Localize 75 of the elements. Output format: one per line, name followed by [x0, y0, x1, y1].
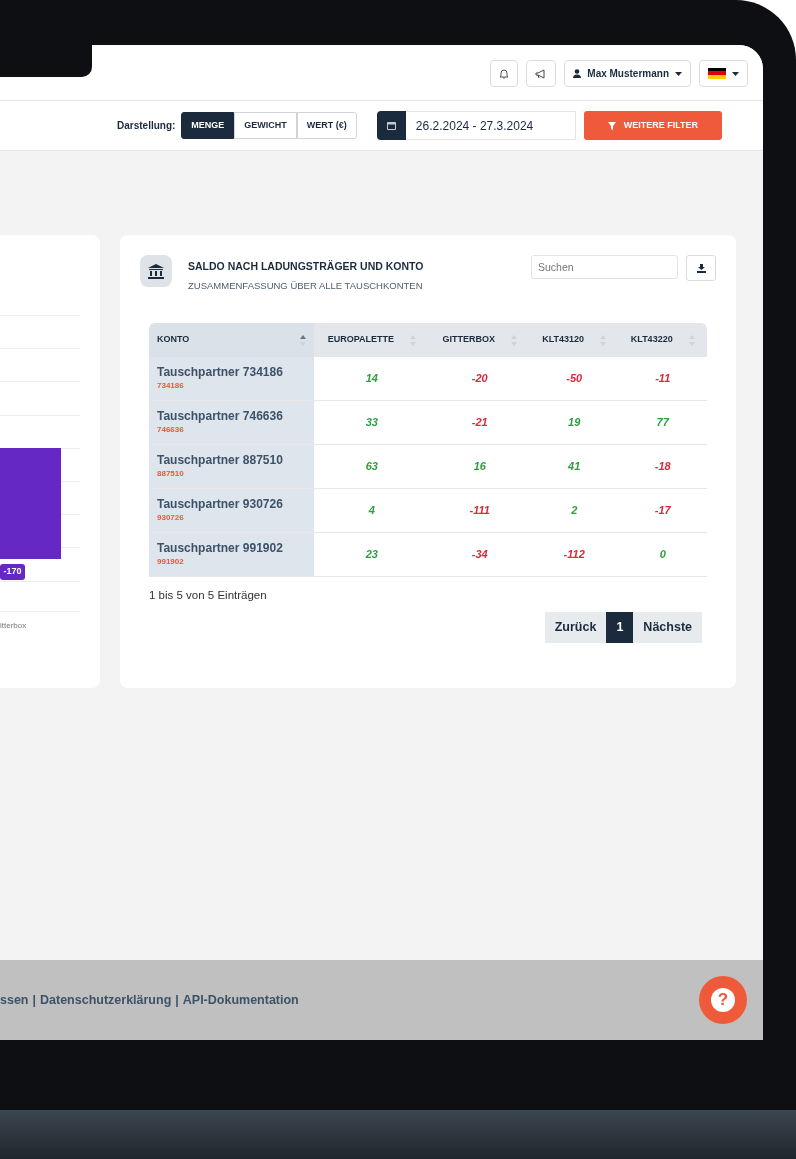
card-subtitle: ZUSAMMENFASSUNG ÜBER ALLE TAUSCHKONTEN — [188, 278, 424, 293]
flag-icon — [708, 68, 726, 79]
partner-name-link[interactable]: Tauschpartner 930726 — [157, 497, 306, 512]
bar-value-label: -170 — [0, 564, 25, 580]
table-cell: 4 — [314, 489, 430, 533]
column-header[interactable]: KLT43220 — [618, 323, 707, 357]
partner-name-link[interactable]: Tauschpartner 991902 — [157, 541, 306, 556]
table-cell: -21 — [429, 401, 530, 445]
megaphone-icon — [535, 68, 548, 79]
partner-name-link[interactable]: Tauschpartner 887510 — [157, 453, 306, 468]
calendar-button[interactable] — [376, 111, 406, 140]
table-cell: 19 — [529, 401, 619, 445]
table-cell: -18 — [618, 445, 707, 489]
bell-icon — [499, 68, 510, 79]
table-cell: 0 — [618, 533, 707, 577]
search-field[interactable]: Suchen — [531, 255, 678, 279]
table-cell: -34 — [429, 533, 530, 577]
separator-text: | — [32, 991, 36, 1009]
table-cell: -20 — [429, 357, 530, 401]
partner-id: 887510 — [157, 467, 185, 480]
language-button[interactable] — [699, 60, 748, 87]
footer-link[interactable]: Datenschutzerklärung — [40, 990, 172, 1010]
partner-id: 930726 — [157, 511, 185, 524]
axis-label: itterbox — [0, 620, 27, 632]
megaphone-button[interactable] — [526, 60, 557, 87]
table-cell: 16 — [429, 445, 530, 489]
column-header[interactable]: EUROPALETTE — [314, 323, 430, 357]
footer-link[interactable]: ssen — [0, 990, 29, 1010]
table-cell: -111 — [429, 489, 530, 533]
separator-text: | — [175, 991, 179, 1009]
column-label: KLT43220 — [630, 333, 673, 347]
partner-id: 734186 — [157, 379, 185, 392]
footer-link[interactable]: API-Dokumentation — [182, 990, 299, 1010]
table-cell: -11 — [618, 357, 707, 401]
table-cell: 63 — [314, 445, 430, 489]
table-cell: 77 — [618, 401, 707, 445]
column-label: KLT43120 — [542, 333, 585, 347]
partner-name-link[interactable]: Tauschpartner 734186 — [157, 365, 306, 380]
partner-id: 746636 — [157, 423, 185, 436]
pagination-button[interactable]: Zurück — [544, 612, 607, 644]
date-range-field[interactable]: 26.2.2024 - 27.3.2024 — [405, 111, 576, 140]
table-cell: -112 — [529, 533, 619, 577]
column-label: KONTO — [157, 333, 190, 347]
table-cell: 23 — [314, 533, 430, 577]
column-header[interactable]: GITTERBOX — [429, 323, 530, 357]
table-cell: 41 — [529, 445, 619, 489]
table-cell: -17 — [618, 489, 707, 533]
table-cell: 14 — [314, 357, 430, 401]
mode-toggle[interactable]: MENGE — [181, 112, 235, 139]
column-header[interactable]: KLT43120 — [529, 323, 619, 357]
caret-icon — [732, 71, 739, 76]
caret-icon — [675, 71, 682, 76]
table-cell: 2 — [529, 489, 619, 533]
user-icon — [573, 69, 582, 78]
calendar-icon — [386, 121, 396, 130]
card-title: SALDO NACH LADUNGSTRÄGER UND KONTO — [188, 259, 424, 274]
sort-icon — [300, 334, 306, 346]
mode-toggle[interactable]: WERT (€) — [296, 112, 357, 139]
column-label: GITTERBOX — [442, 333, 496, 347]
column-label: EUROPALETTE — [327, 333, 394, 347]
column-header[interactable]: KONTO — [149, 323, 314, 357]
mode-toggle[interactable]: GEWICHT — [234, 112, 297, 139]
partner-id: 991902 — [157, 555, 185, 568]
table-cell: 33 — [314, 401, 430, 445]
download-button[interactable] — [686, 255, 716, 281]
table-cell: -50 — [529, 357, 619, 401]
bank-icon — [140, 255, 172, 287]
filter-icon — [607, 121, 616, 130]
partner-name-link[interactable]: Tauschpartner 746636 — [157, 409, 306, 424]
user-menu-button[interactable]: Max Mustermann — [564, 60, 691, 87]
toolbar-label: Darstellung: — [117, 119, 176, 133]
pagination-button[interactable]: Nächste — [633, 612, 702, 644]
pagination-button[interactable]: 1 — [606, 612, 634, 644]
download-icon — [696, 263, 706, 273]
entries-info: 1 bis 5 von 5 Einträgen — [149, 588, 268, 603]
